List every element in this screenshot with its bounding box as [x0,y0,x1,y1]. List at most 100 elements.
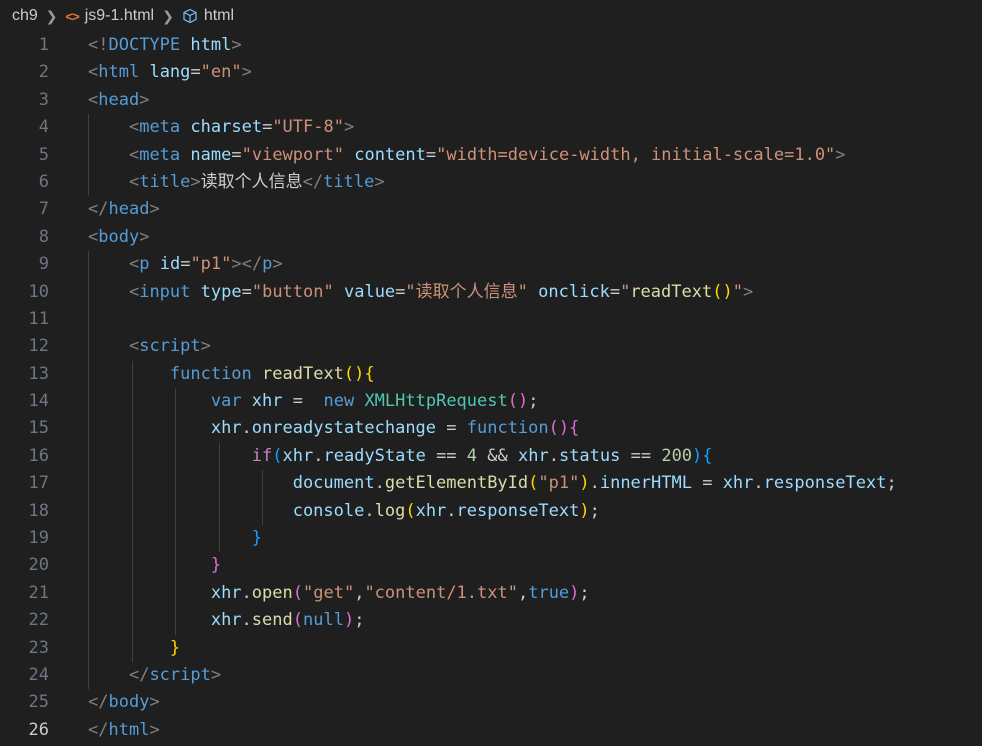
code-line[interactable]: 26 </html> [0,717,982,744]
code-line[interactable]: 25 </body> [0,689,982,716]
code-token: . [241,582,252,603]
code-editor[interactable]: 1 <!DOCTYPE html> 2 <html lang="en"> 3 <head>… [0,32,982,744]
code-token: </ [302,171,324,192]
code-token: , [517,582,529,603]
indent-guide [131,470,133,498]
code-line[interactable]: 12 <script> [0,333,982,361]
code-line[interactable]: 3 <head> [0,87,982,114]
code-line[interactable]: 13 function readText(){ [0,360,982,389]
code-line[interactable]: 15 xhr.onreadystatechange = function(){ [0,415,982,443]
code-line[interactable]: 20 } [0,552,982,580]
code-token: body [98,226,140,247]
code-token: value [343,281,396,302]
chevron-right-icon: ❯ [162,7,174,24]
code-token: < [88,89,99,110]
code-token: ) [343,610,355,631]
code-line[interactable]: 7 </head> [0,196,982,223]
breadcrumb-folder[interactable]: ch9 [12,7,38,25]
code-token: = [190,62,201,83]
code-token: "viewport" [241,144,344,165]
code-token: html [108,719,150,740]
code-token: html [190,35,232,55]
code-line[interactable]: 11 [0,305,982,334]
code-text: if(xhr.readyState == 4 && xhr.status == … [49,442,713,471]
code-token: == [620,445,662,466]
code-token: > [742,281,754,302]
code-token: title [323,171,375,192]
indent-guide [262,470,264,498]
code-token: ; [886,473,897,494]
code-line[interactable]: 22 xhr.send(null); [0,607,982,635]
code-line[interactable]: 5 <meta name="viewport" content="width=d… [0,141,982,169]
cube-icon [182,8,198,24]
code-line[interactable]: 4 <meta charset="UTF-8"> [0,114,982,142]
code-token: . [241,418,252,439]
code-token: function [169,363,252,384]
code-token: lang [149,62,191,83]
line-number: 24 [28,664,49,685]
code-text [49,305,89,334]
code-line[interactable]: 9 <p id="p1"></p> [0,251,982,279]
code-token: = [609,281,621,302]
indent-guide [175,415,177,443]
code-line[interactable]: 6 <title>读取个人信息</title> [0,168,982,197]
code-token: . [241,610,252,631]
code-token: responseText [456,500,580,521]
code-text: <meta charset="UTF-8"> [49,114,354,142]
code-token: head [108,199,150,220]
code-line[interactable]: 18 console.log(xhr.responseText); [0,497,982,526]
code-line[interactable]: 14 var xhr = new XMLHttpRequest(); [0,388,982,416]
line-number: 11 [28,308,49,329]
code-line[interactable]: 8 <body> [0,224,982,251]
code-line[interactable]: 1 <!DOCTYPE html> [0,32,982,59]
indent-guide [175,442,177,471]
code-text: <title>读取个人信息</title> [49,168,385,197]
indent-guide [131,442,133,471]
code-line[interactable]: 23 } [0,634,982,662]
code-token: ) [569,582,580,603]
code-token: " [620,281,631,302]
line-number: 6 [38,171,49,192]
line-number: 22 [28,610,49,631]
code-token: < [128,171,140,192]
line-number: 18 [28,500,49,521]
code-text: function readText(){ [49,360,375,389]
line-number: 1 [38,35,49,55]
indent-guide [131,607,133,635]
line-number: 12 [28,336,49,357]
code-token: = [395,281,406,302]
code-token: < [88,226,99,247]
code-token: head [98,89,140,110]
code-line[interactable]: 2 <html lang="en"> [0,59,982,86]
line-number: 17 [28,473,49,494]
breadcrumb-file[interactable]: js9-1.html [85,7,154,25]
code-token: "content/1.txt" [364,582,518,603]
code-token: input [139,281,191,302]
code-token: < [128,144,140,165]
code-token: ; [589,500,600,521]
line-number: 21 [28,582,49,603]
indent-guide [131,552,133,580]
code-token: > [835,144,846,165]
line-number: 8 [38,226,49,247]
code-line[interactable]: 24 </script> [0,661,982,690]
code-token: DOCTYPE [108,35,181,55]
code-token: document [292,473,375,494]
breadcrumb-symbol[interactable]: html [204,7,234,25]
code-text: xhr.onreadystatechange = function(){ [49,415,579,443]
code-line[interactable]: 16 if(xhr.readyState == 4 && xhr.status … [0,442,982,471]
code-token: 读取个人信息 [200,171,303,192]
code-line[interactable]: 17 document.getElementById("p1").innerHT… [0,470,982,498]
code-token: name [190,144,232,165]
code-line[interactable]: 21 xhr.open("get","content/1.txt",true); [0,579,982,608]
code-line[interactable]: 10 <input type="button" value="读取个人信息" o… [0,278,982,306]
code-line[interactable]: 19 } [0,525,982,553]
code-token: "get" [303,582,355,603]
